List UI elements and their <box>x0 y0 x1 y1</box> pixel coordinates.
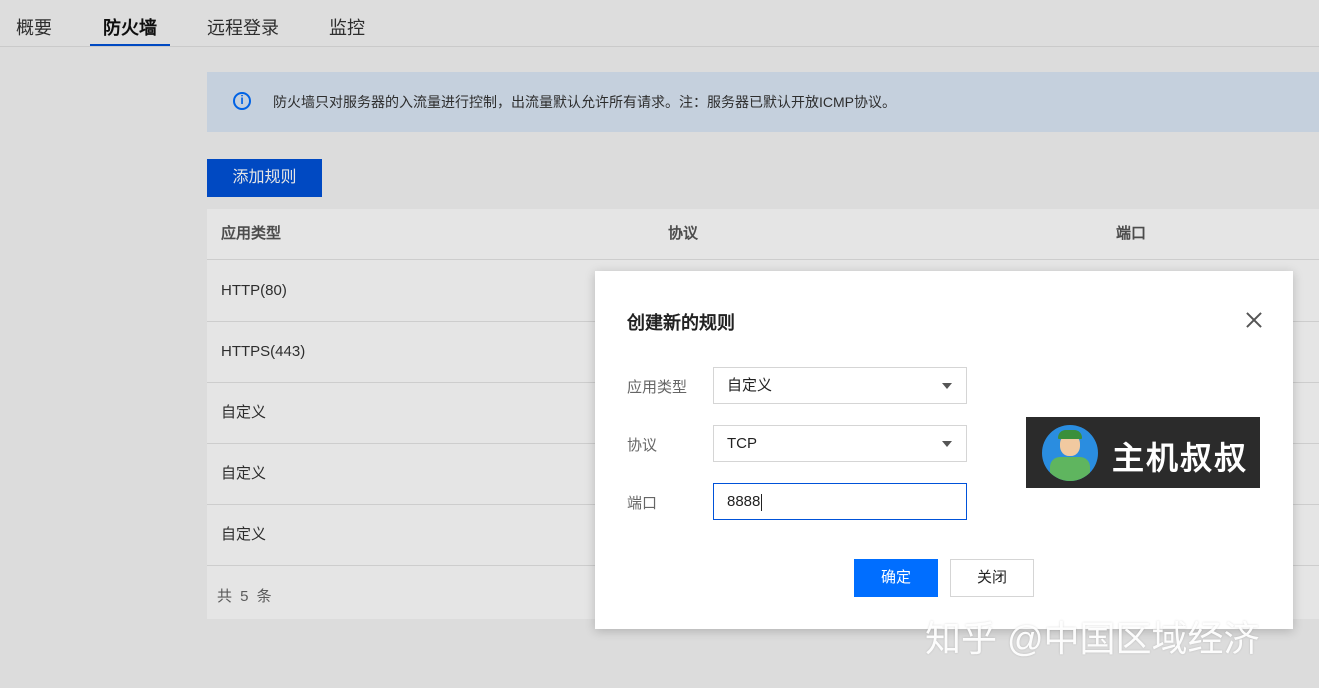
port-label: 端口 <box>627 495 658 512</box>
mascot-avatar-icon <box>1042 425 1098 481</box>
chevron-down-icon <box>942 383 952 389</box>
port-value: 8888 <box>727 493 761 510</box>
page: 概要 防火墙 远程登录 监控 防火墙只对服务器的入流量进行控制，出流量默认允许所… <box>0 0 1319 688</box>
app-type-select[interactable]: 自定义 <box>713 367 967 404</box>
protocol-value: TCP <box>727 435 757 452</box>
app-type-value: 自定义 <box>727 377 773 394</box>
port-input[interactable]: 8888 <box>713 483 967 520</box>
dialog-title: 创建新的规则 <box>627 313 735 333</box>
protocol-label: 协议 <box>627 437 658 454</box>
chevron-down-icon <box>942 441 952 447</box>
protocol-select[interactable]: TCP <box>713 425 967 462</box>
brand-logo: 主机叔叔 <box>1026 417 1260 488</box>
watermark: 知乎 @中国区域经济 <box>925 618 1260 659</box>
app-type-label: 应用类型 <box>627 379 688 396</box>
close-icon[interactable] <box>1243 309 1265 331</box>
close-button[interactable]: 关闭 <box>950 559 1034 597</box>
brand-logo-text: 主机叔叔 <box>1112 439 1249 477</box>
confirm-button[interactable]: 确定 <box>854 559 938 597</box>
text-cursor <box>761 493 763 511</box>
